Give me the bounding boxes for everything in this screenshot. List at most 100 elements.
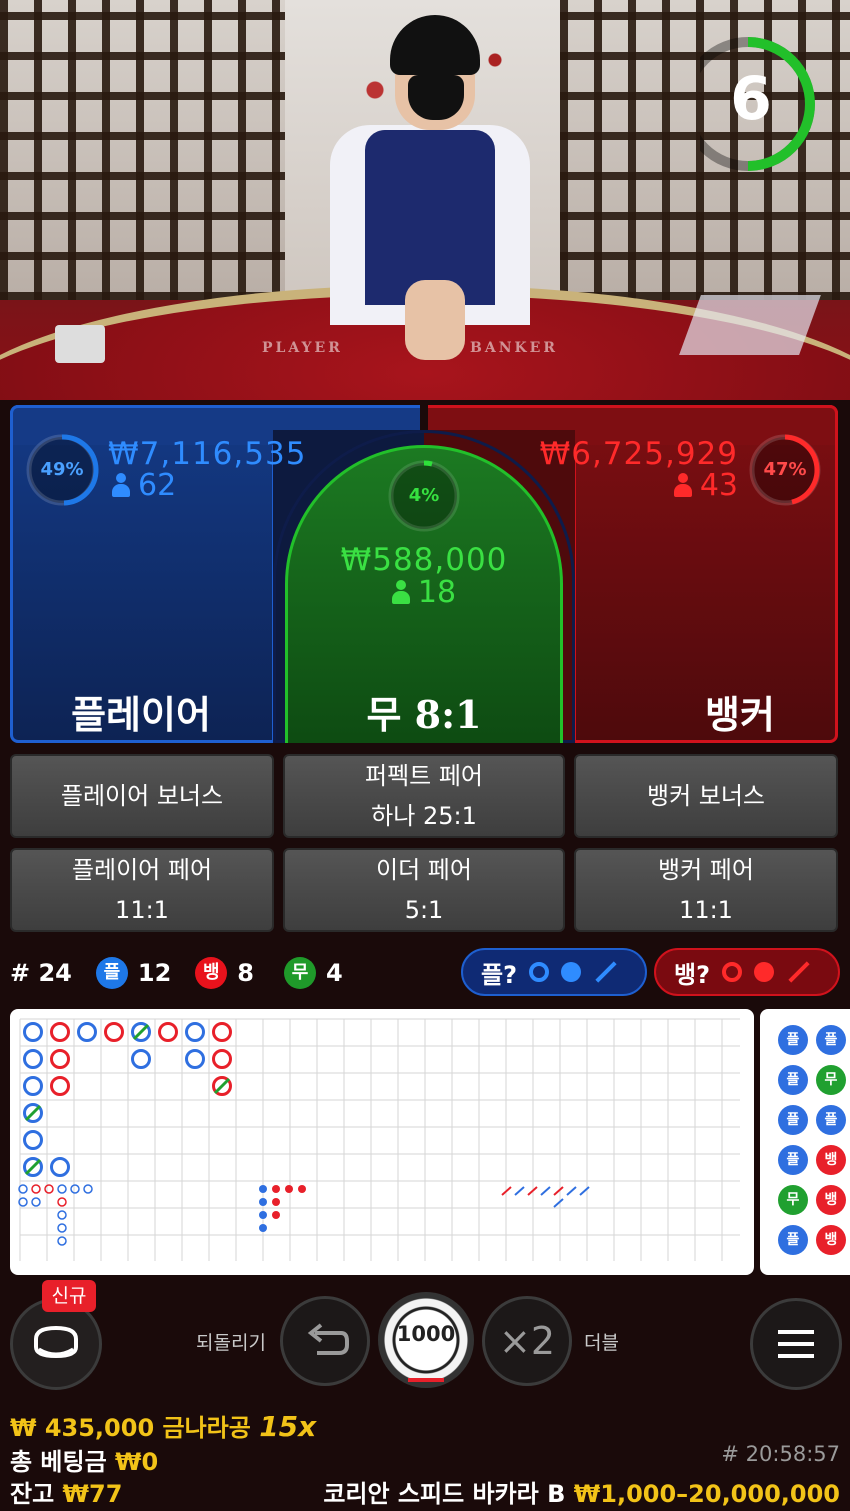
player-percent: 49%	[40, 459, 84, 480]
lattice-screen-left	[0, 0, 290, 300]
double-icon: ×2	[498, 1319, 556, 1363]
small-road-marker	[259, 1185, 267, 1193]
undo-label: 되돌리기	[196, 1332, 266, 1354]
hollow-circle-icon	[529, 962, 550, 982]
slash-icon	[788, 961, 810, 983]
big-road-marker	[23, 1049, 43, 1069]
bet-limits: ₩1,000–20,000,000	[573, 1480, 840, 1508]
small-road-marker	[57, 1223, 67, 1233]
bead-result: 무	[816, 1065, 846, 1095]
perfect-pair-button[interactable]: 퍼펙트 페어 하나 25:1	[283, 754, 565, 838]
tie-percent: 4%	[408, 485, 440, 506]
cockroach-road-marker	[553, 1198, 564, 1208]
banker-win-badge: 뱅	[195, 957, 228, 989]
total-bet-value: ₩0	[115, 1448, 159, 1476]
big-road-marker	[77, 1022, 97, 1042]
player-ask-label: 플?	[481, 960, 518, 989]
big-road-marker	[104, 1022, 124, 1042]
player-bonus-button[interactable]: 플레이어 보너스	[10, 754, 274, 838]
player-label: 플레이어	[71, 693, 211, 737]
small-road-marker	[57, 1184, 67, 1194]
big-road-marker	[23, 1076, 43, 1096]
solid-circle-icon	[754, 962, 775, 982]
balance-value: ₩77	[62, 1480, 123, 1508]
small-road-marker	[272, 1198, 280, 1206]
hamburger-icon	[778, 1330, 814, 1358]
bead-result: 무	[778, 1185, 808, 1215]
big-road-marker	[50, 1076, 70, 1096]
tie-slash	[24, 1158, 42, 1176]
player-ask-button[interactable]: 플?	[461, 948, 647, 996]
tie-bettor-count: 18	[285, 575, 563, 610]
big-road-marker	[212, 1022, 232, 1042]
bead-result: 플	[778, 1145, 808, 1175]
undo-icon	[307, 1323, 349, 1355]
small-road-marker	[272, 1185, 280, 1193]
small-road-marker	[31, 1197, 41, 1207]
tie-label: 무 8:1	[366, 692, 482, 737]
banker-bettor-count: 43	[673, 468, 738, 503]
person-icon	[391, 580, 410, 604]
big-road-marker	[23, 1022, 43, 1042]
total-bet: 총 베팅금 ₩0	[10, 1442, 158, 1477]
bead-result: 뱅	[816, 1145, 846, 1175]
jackpot-info: ₩ 435,000 금나라공 15x	[10, 1408, 316, 1443]
round-stats: # 24 플 12 뱅 8 무 4	[10, 955, 343, 991]
chip-selector[interactable]: 1000	[378, 1292, 474, 1388]
scoreboard-roads[interactable]	[10, 1009, 754, 1275]
player-bettor-count: 62	[112, 468, 176, 503]
small-road-marker	[272, 1211, 280, 1219]
balance-label: 잔고	[10, 1480, 55, 1508]
big-road-marker	[212, 1049, 232, 1069]
player-pair-button[interactable]: 플레이어 페어 11:1	[10, 848, 274, 932]
big-road-marker	[23, 1130, 43, 1150]
dealer	[320, 15, 540, 380]
bead-result: 플	[816, 1025, 846, 1055]
tie-slash	[132, 1023, 150, 1041]
countdown-number: 6	[730, 64, 772, 134]
card-shoe	[679, 295, 821, 355]
tie-slash	[213, 1077, 231, 1095]
big-road-marker	[131, 1049, 151, 1069]
bead-result: 플	[778, 1025, 808, 1055]
banker-total-amount: ₩6,725,929	[539, 436, 738, 472]
jackpot-label: 금나라공	[162, 1414, 251, 1442]
small-road-marker	[259, 1198, 267, 1206]
cockroach-road-marker	[540, 1186, 551, 1196]
card-box	[55, 325, 105, 363]
bead-result: 플	[778, 1225, 808, 1255]
bead-result: 플	[778, 1105, 808, 1135]
jackpot-amount: ₩ 435,000	[10, 1414, 155, 1442]
bead-result: 뱅	[816, 1225, 846, 1255]
big-road-marker	[50, 1022, 70, 1042]
bead-result: 뱅	[816, 1185, 846, 1215]
small-road-marker	[57, 1236, 67, 1246]
solid-circle-icon	[561, 962, 582, 982]
slash-icon	[595, 961, 617, 983]
menu-button[interactable]	[750, 1298, 842, 1390]
banker-win-count: 8	[237, 959, 254, 987]
round-number: # 24	[10, 959, 72, 987]
round-id: # 20:58:57	[721, 1442, 840, 1466]
banker-percent: 47%	[763, 459, 807, 480]
small-road-marker	[57, 1197, 67, 1207]
total-bet-label: 총 베팅금	[10, 1448, 107, 1476]
banker-bonus-button[interactable]: 뱅커 보너스	[574, 754, 838, 838]
small-road-marker	[259, 1211, 267, 1219]
either-pair-button[interactable]: 이더 페어 5:1	[283, 848, 565, 932]
small-road-marker	[298, 1185, 306, 1193]
bead-plate[interactable]: 플플플무플플플뱅무뱅플뱅	[760, 1009, 850, 1275]
small-road-marker	[57, 1210, 67, 1220]
big-road-marker	[185, 1049, 205, 1069]
big-road-marker	[50, 1157, 70, 1177]
banker-pair-button[interactable]: 뱅커 페어 11:1	[574, 848, 838, 932]
bead-result: 플	[816, 1105, 846, 1135]
person-icon	[673, 473, 692, 497]
banker-ask-button[interactable]: 뱅?	[654, 948, 840, 996]
player-win-badge: 플	[95, 957, 128, 989]
double-button[interactable]: ×2	[482, 1296, 572, 1386]
undo-button[interactable]	[280, 1296, 370, 1386]
bead-result: 플	[778, 1065, 808, 1095]
double-label: 더블	[584, 1332, 619, 1354]
jackpot-multiplier: 15x	[259, 1410, 317, 1443]
